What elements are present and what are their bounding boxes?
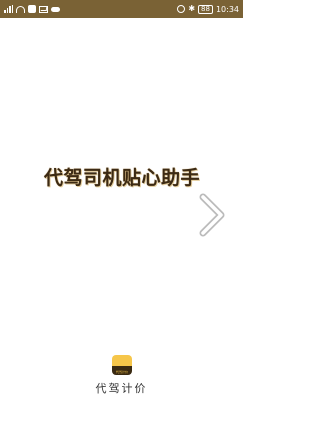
bluetooth-icon: ✱ (188, 4, 196, 13)
app-name: 代驾计价 (95, 382, 148, 395)
app-icon (28, 5, 36, 13)
battery-level: 88 (201, 4, 210, 13)
status-time: 10:34 (215, 4, 239, 14)
cloud-icon (51, 6, 60, 12)
battery-icon: 88 (198, 4, 213, 14)
status-bar-right: ✱ 88 10:34 (177, 4, 239, 14)
next-page-button[interactable] (197, 193, 227, 237)
signal-icon (4, 5, 13, 13)
chevron-right-icon (199, 193, 225, 237)
app-logo: 代驾计价 (112, 355, 132, 375)
splash-headline: 代驾司机贴心助手 (43, 167, 200, 189)
wifi-icon (16, 5, 25, 13)
status-bar: ✱ 88 10:34 (0, 0, 243, 18)
status-bar-left (4, 5, 60, 13)
logo-text: 代驾计价 (115, 370, 128, 374)
mail-icon (39, 5, 48, 13)
alarm-icon (177, 5, 186, 13)
